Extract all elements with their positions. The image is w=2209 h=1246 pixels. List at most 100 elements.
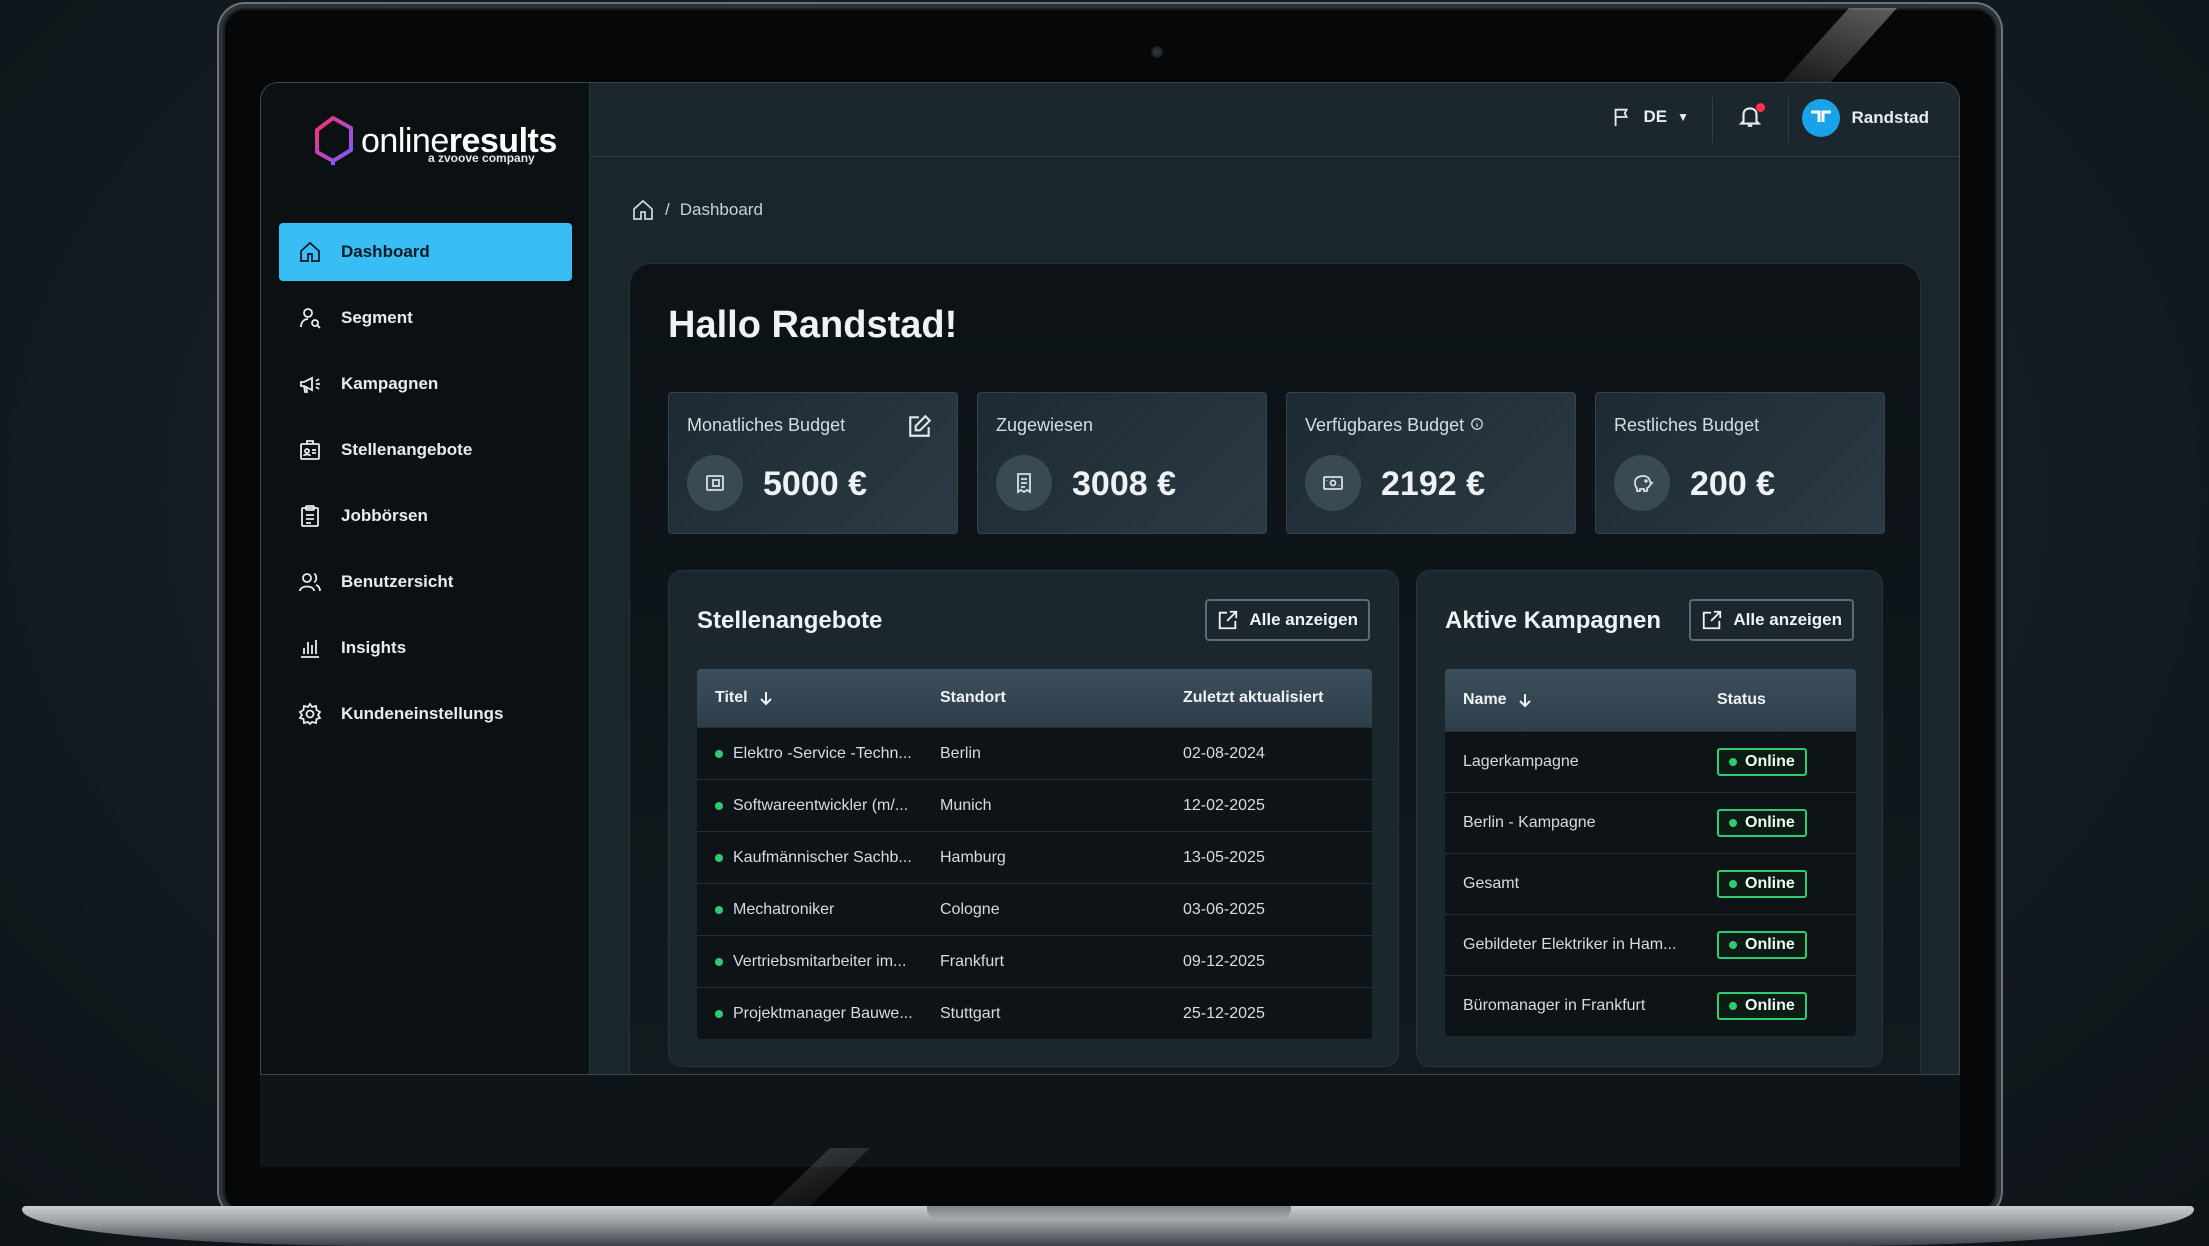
laptop-base-notch xyxy=(927,1206,1291,1220)
table-row[interactable]: Gesamt Online xyxy=(1445,853,1856,914)
notifications-button[interactable] xyxy=(1737,103,1769,135)
breadcrumb-separator: / xyxy=(665,200,670,219)
webcam xyxy=(1151,46,1163,58)
column-location[interactable]: Standort xyxy=(940,689,1183,707)
top-bar: DE ▼ Randstad xyxy=(590,83,1959,157)
sidebar-item-segment[interactable]: Segment xyxy=(279,289,572,347)
column-title[interactable]: Titel xyxy=(697,689,940,707)
table-row[interactable]: Softwareentwickler (m/... Munich 12-02-2… xyxy=(697,779,1372,831)
sidebar-item-label: Dashboard xyxy=(341,242,430,261)
campaigns-show-all-button[interactable]: Alle anzeigen xyxy=(1689,599,1854,641)
dashboard-panel: Hallo Randstad! Monatliches Budget 5000 … xyxy=(629,263,1921,1074)
chevron-down-icon: ▼ xyxy=(1677,110,1689,124)
sort-down-icon xyxy=(1518,694,1531,708)
card-label: Restliches Budget xyxy=(1614,415,1760,435)
info-icon[interactable] xyxy=(1470,415,1484,436)
status-badge: Online xyxy=(1717,870,1807,898)
topbar-divider xyxy=(1788,97,1789,143)
table-row[interactable]: Berlin - Kampagne Online xyxy=(1445,792,1856,853)
laptop-chin xyxy=(260,1075,1960,1167)
sidebar-item-label: Kampagnen xyxy=(341,374,439,393)
gear-icon xyxy=(297,701,323,727)
receipt-icon xyxy=(996,455,1052,511)
card-label-wrap: Verfügbares Budget xyxy=(1305,415,1484,436)
sidebar-item-kundeneinstellungs[interactable]: Kundeneinstellungs xyxy=(279,685,572,743)
table-row[interactable]: Lagerkampagne Online xyxy=(1445,731,1856,792)
table-row[interactable]: Büromanager in Frankfurt Online xyxy=(1445,975,1856,1036)
app-screen: onlineresults a zvoove company Dashboard… xyxy=(260,82,1960,1075)
status-dot xyxy=(715,853,723,862)
table-row[interactable]: Vertriebsmitarbeiter im... Frankfurt 09-… xyxy=(697,935,1372,987)
table-row[interactable]: Projektmanager Bauwe... Stuttgart 25-12-… xyxy=(697,987,1372,1039)
sidebar-item-jobboersen[interactable]: Jobbörsen xyxy=(279,487,572,545)
avatar xyxy=(1801,99,1840,137)
language-code: DE xyxy=(1643,107,1668,126)
megaphone-icon xyxy=(297,371,323,397)
table-row[interactable]: Mechatroniker Cologne 03-06-2025 xyxy=(697,883,1372,935)
table-row[interactable]: Kaufmännischer Sachb... Hamburg 13-05-20… xyxy=(697,831,1372,883)
sidebar-item-stellenangebote[interactable]: Stellenangebote xyxy=(279,421,572,479)
status-dot xyxy=(715,801,723,810)
user-menu[interactable]: Randstad xyxy=(1801,99,1929,137)
button-label: Alle anzeigen xyxy=(1249,610,1358,629)
card-label: Verfügbares Budget xyxy=(1305,415,1465,435)
sidebar-item-label: Kundeneinstellungs xyxy=(341,704,504,723)
sort-down-icon xyxy=(759,692,772,706)
external-link-icon xyxy=(1219,610,1238,630)
sidebar-item-label: Stellenangebote xyxy=(341,440,473,459)
language-selector[interactable]: DE ▼ xyxy=(1611,106,1689,128)
wallet-icon xyxy=(687,455,743,511)
id-badge-icon xyxy=(297,437,323,463)
status-badge: Online xyxy=(1717,931,1807,959)
status-badge: Online xyxy=(1717,748,1807,776)
budget-cards: Monatliches Budget 5000 € Zugewiesen 300… xyxy=(668,392,1885,534)
budget-card-monthly: Monatliches Budget 5000 € xyxy=(668,392,958,534)
status-dot xyxy=(715,957,723,966)
topbar-divider xyxy=(1712,97,1713,143)
status-dot xyxy=(715,905,723,914)
jobs-section: Stellenangebote Alle anzeigen Titel Stan… xyxy=(668,570,1399,1067)
piggy-bank-icon xyxy=(1614,455,1670,511)
home-icon[interactable] xyxy=(631,198,655,222)
jobs-show-all-button[interactable]: Alle anzeigen xyxy=(1205,599,1370,641)
budget-card-assigned: Zugewiesen 3008 € xyxy=(977,392,1267,534)
external-link-icon xyxy=(1703,610,1722,630)
home-icon xyxy=(297,239,323,265)
section-title: Stellenangebote xyxy=(697,607,883,634)
campaigns-table: Name Status Lagerkampagne Online Berlin … xyxy=(1445,669,1856,1036)
card-label: Monatliches Budget xyxy=(687,415,846,435)
sidebar-item-label: Insights xyxy=(341,638,407,657)
edit-icon[interactable] xyxy=(907,413,933,439)
card-value: 3008 € xyxy=(1072,465,1176,503)
campaigns-section: Aktive Kampagnen Alle anzeigen Name Stat… xyxy=(1416,570,1883,1067)
breadcrumb-current: Dashboard xyxy=(679,200,763,219)
card-label: Zugewiesen xyxy=(996,415,1094,435)
jobs-table: Titel Standort Zuletzt aktualisiert Elek… xyxy=(697,669,1372,1039)
page-title: Hallo Randstad! xyxy=(668,304,958,346)
flag-icon xyxy=(1615,108,1629,127)
breadcrumb: / Dashboard xyxy=(631,198,763,222)
sidebar-item-kampagnen[interactable]: Kampagnen xyxy=(279,355,572,413)
column-name[interactable]: Name xyxy=(1445,691,1717,709)
column-status[interactable]: Status xyxy=(1717,691,1856,709)
table-row[interactable]: Elektro -Service -Techn... Berlin 02-08-… xyxy=(697,727,1372,779)
sidebar-item-label: Jobbörsen xyxy=(341,506,428,525)
section-title: Aktive Kampagnen xyxy=(1445,607,1662,634)
budget-card-available: Verfügbares Budget 2192 € xyxy=(1286,392,1576,534)
sidebar-item-label: Benutzersicht xyxy=(341,572,454,591)
clipboard-icon xyxy=(297,503,323,529)
sidebar-item-label: Segment xyxy=(341,308,413,327)
column-updated[interactable]: Zuletzt aktualisiert xyxy=(1183,689,1372,707)
bar-chart-icon xyxy=(297,635,323,661)
logo-hexagon-icon xyxy=(315,116,353,165)
table-row[interactable]: Gebildeter Elektriker in Ham... Online xyxy=(1445,914,1856,975)
users-icon xyxy=(297,569,323,595)
sidebar-item-benutzersicht[interactable]: Benutzersicht xyxy=(279,553,572,611)
sidebar-item-insights[interactable]: Insights xyxy=(279,619,572,677)
randstad-logo-icon xyxy=(1810,110,1831,122)
user-name: Randstad xyxy=(1851,108,1929,127)
status-badge: Online xyxy=(1717,992,1807,1020)
card-value: 200 € xyxy=(1690,465,1776,503)
sidebar-item-dashboard[interactable]: Dashboard xyxy=(279,223,572,281)
button-label: Alle anzeigen xyxy=(1733,610,1842,629)
